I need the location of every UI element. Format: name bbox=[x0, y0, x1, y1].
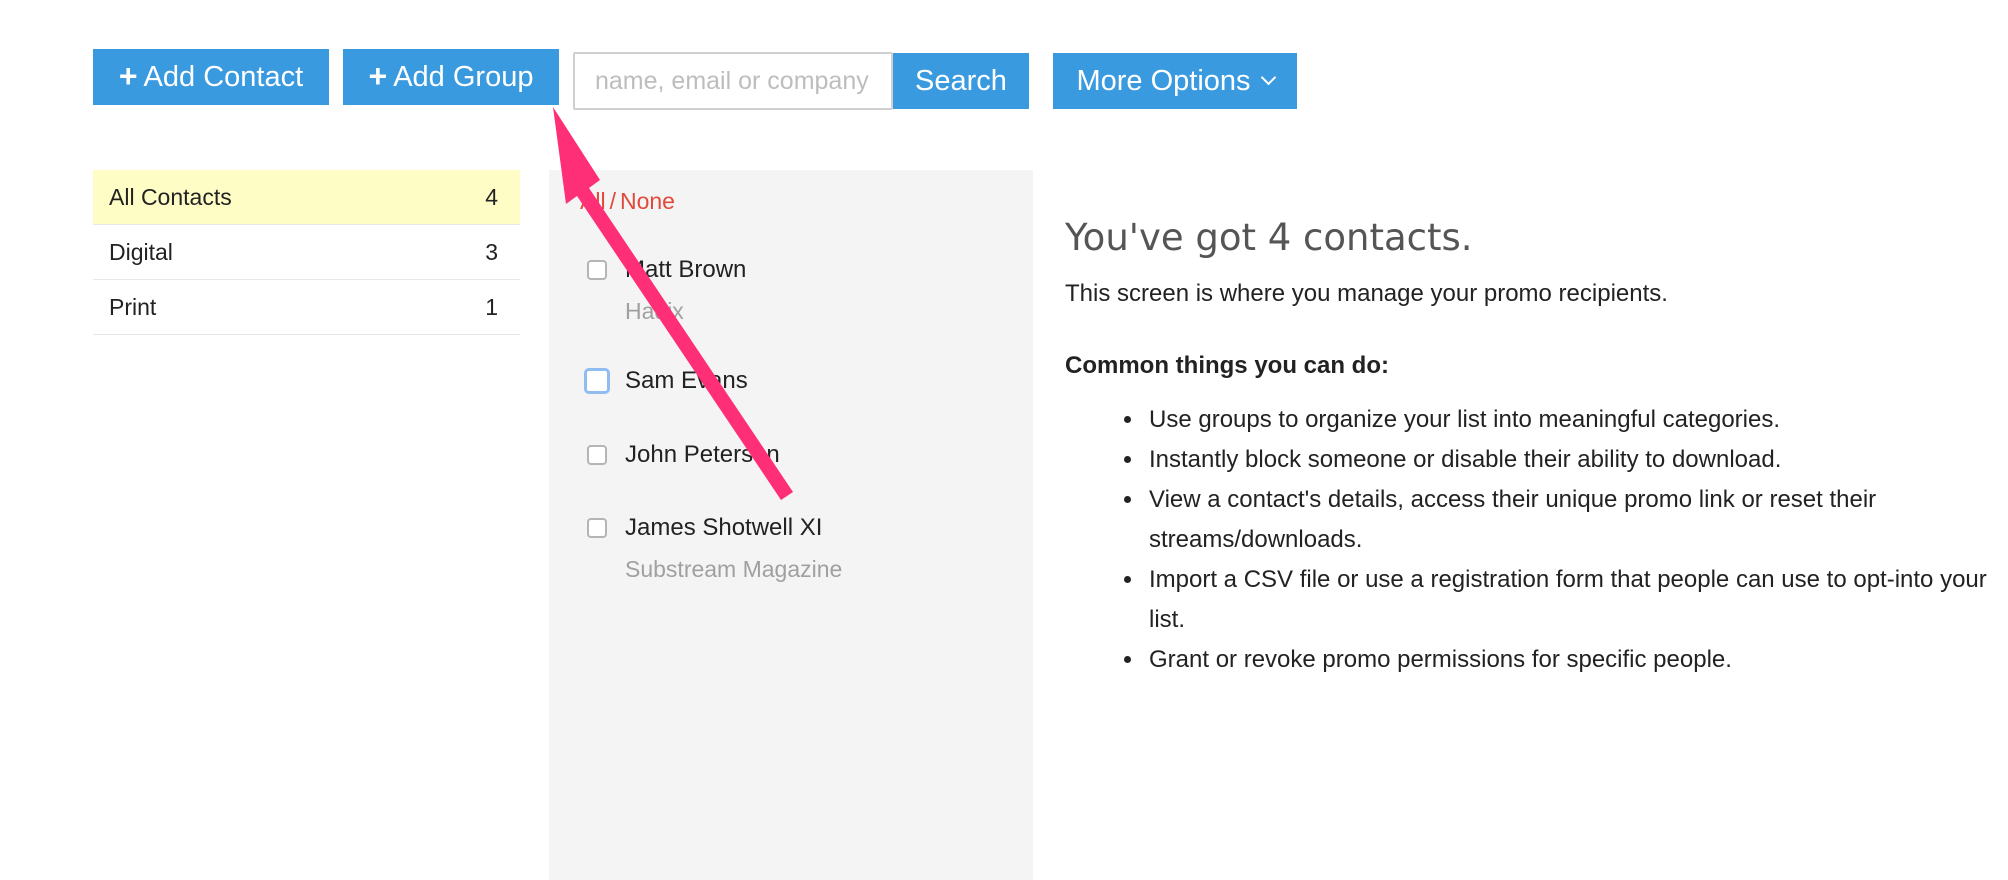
info-section: You've got 4 contacts. This screen is wh… bbox=[1065, 210, 1995, 680]
add-contact-label: Add Contact bbox=[143, 60, 304, 93]
group-item-all-contacts[interactable]: All Contacts 4 bbox=[93, 170, 520, 225]
contact-company: Hadix bbox=[625, 298, 684, 324]
group-name: All Contacts bbox=[109, 183, 232, 210]
tip-item: Instantly block someone or disable their… bbox=[1145, 440, 1995, 480]
tips-heading: Common things you can do: bbox=[1065, 352, 1389, 379]
contact-item: John Peterson bbox=[587, 441, 780, 469]
add-group-label: Add Group bbox=[393, 60, 534, 93]
contact-name[interactable]: James Shotwell XI bbox=[625, 514, 822, 542]
tip-item: Import a CSV file or use a registration … bbox=[1145, 560, 1995, 640]
group-name: Digital bbox=[109, 238, 173, 265]
contact-item: Matt Brown Hadix bbox=[587, 256, 746, 325]
tip-item: Grant or revoke promo permissions for sp… bbox=[1145, 640, 1995, 680]
more-options-button[interactable]: More Options bbox=[1053, 53, 1297, 109]
search-button-label: Search bbox=[915, 64, 1007, 97]
add-group-button[interactable]: + Add Group bbox=[343, 49, 559, 105]
contact-checkbox[interactable] bbox=[584, 368, 610, 394]
tip-item: View a contact's details, access their u… bbox=[1145, 480, 1995, 560]
add-contact-button[interactable]: + Add Contact bbox=[93, 49, 329, 105]
page-description: This screen is where you manage your pro… bbox=[1065, 280, 1668, 307]
group-item-digital[interactable]: Digital 3 bbox=[93, 225, 520, 280]
contact-checkbox[interactable] bbox=[587, 518, 607, 538]
group-name: Print bbox=[109, 293, 157, 320]
contacts-panel: All / None Matt Brown Hadix Sam Evans John… bbox=[549, 170, 1033, 880]
group-count: 1 bbox=[485, 293, 498, 320]
group-list: All Contacts 4 Digital 3 Print 1 bbox=[93, 170, 520, 335]
plus-icon: + bbox=[118, 57, 138, 94]
tip-item: Use groups to organize your list into me… bbox=[1145, 400, 1995, 440]
group-item-print[interactable]: Print 1 bbox=[93, 280, 520, 335]
search-input[interactable] bbox=[573, 52, 893, 110]
group-count: 4 bbox=[485, 183, 498, 210]
chevron-down-icon bbox=[1260, 69, 1276, 85]
group-count: 3 bbox=[485, 238, 498, 265]
select-all-link[interactable]: All bbox=[580, 188, 606, 214]
contact-name[interactable]: Matt Brown bbox=[625, 256, 746, 284]
select-separator: / bbox=[609, 188, 616, 214]
contact-item: Sam Evans bbox=[584, 367, 748, 395]
contact-company: Substream Magazine bbox=[625, 556, 843, 582]
plus-icon: + bbox=[368, 57, 388, 94]
contact-name[interactable]: John Peterson bbox=[625, 441, 780, 469]
select-links: All / None bbox=[580, 188, 675, 215]
contact-checkbox[interactable] bbox=[587, 260, 607, 280]
tips-list: Use groups to organize your list into me… bbox=[1065, 400, 1995, 680]
more-options-label: More Options bbox=[1076, 64, 1251, 97]
search-button[interactable]: Search bbox=[893, 53, 1029, 109]
contact-name[interactable]: Sam Evans bbox=[625, 367, 748, 395]
contact-item: James Shotwell XI Substream Magazine bbox=[587, 514, 842, 583]
select-none-link[interactable]: None bbox=[620, 188, 675, 214]
page-title: You've got 4 contacts. bbox=[1065, 216, 1473, 259]
contact-checkbox[interactable] bbox=[587, 445, 607, 465]
